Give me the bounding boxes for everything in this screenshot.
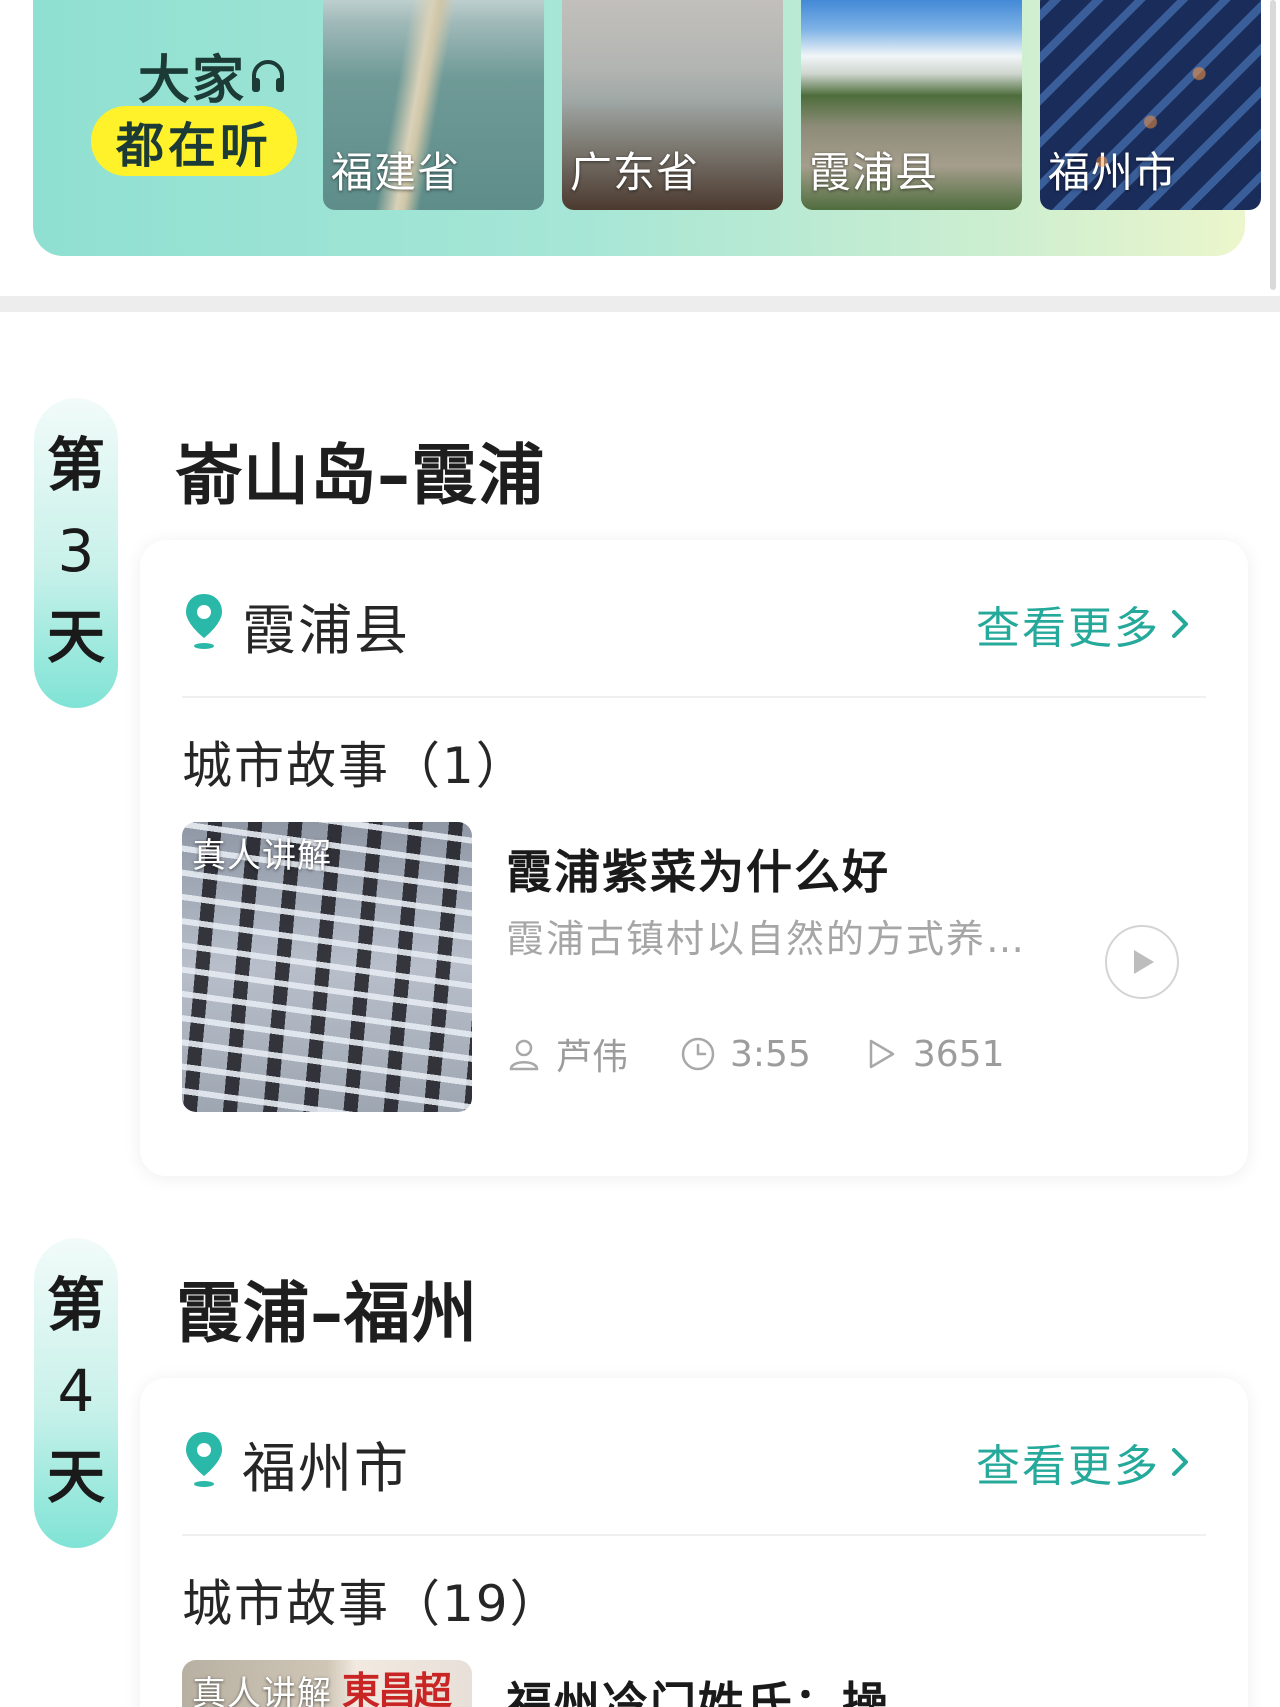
story-meta: 芦伟 3:55 3651 [506,1028,1056,1080]
tile-xiapu[interactable]: 霞浦县 [801,0,1022,210]
day-prefix: 第 [46,1271,105,1339]
story-thumbnail[interactable]: 真人讲解 東昌超鈴 [182,1660,472,1707]
location-pin-icon [186,594,222,649]
city-card-xiapu: 霞浦县 查看更多 城市故事（1） 真人讲解 霞浦紫菜为什么好 霞浦古镇村以自然的… [140,540,1248,1176]
day-prefix: 第 [46,431,105,499]
story-thumbnail[interactable]: 真人讲解 [182,822,472,1112]
user-icon [509,1039,539,1071]
play-count-icon [869,1039,895,1069]
day-suffix: 天 [46,1443,105,1511]
banner-pill: 都在听 [91,106,297,176]
day-tab-3: 第 3 天 [34,398,118,708]
narrator-name: 芦伟 [556,1037,629,1078]
city-card-fuzhou: 福州市 查看更多 城市故事（19） 真人讲解 東昌超鈴 福州冷门姓氏：操 [140,1378,1248,1707]
story-title[interactable]: 福州冷门姓氏：操 [506,1668,890,1707]
tile-guangdong[interactable]: 广东省 [562,0,783,210]
play-count: 3651 [912,1033,1005,1075]
section-label: 城市故事（1） [182,737,528,795]
narration-badge: 真人讲解 [192,836,332,876]
duration-item: 3:55 [680,1034,811,1075]
banner-title: 大家 [123,38,303,113]
thumbnail-text: 東昌超鈴 [342,1669,452,1707]
location-pin-icon [186,1432,222,1487]
tile-label: 福建省 [331,148,461,197]
day-tab-4: 第 4 天 [34,1238,118,1548]
city-name: 霞浦县 [242,599,410,662]
tile-label: 霞浦县 [809,148,939,197]
banner-title-text: 大家 [137,51,246,111]
section-label: 城市故事（19） [182,1575,562,1633]
view-more-link[interactable]: 查看更多 [976,592,1194,656]
tile-label: 广东省 [570,148,700,197]
tile-label: 福州市 [1048,148,1178,197]
chevron-right-icon [1172,610,1188,638]
popular-listening-banner: 大家 都在听 福建省 广东省 霞浦县 福州市 [33,0,1261,256]
city-name: 福州市 [242,1437,410,1500]
day-route-title: 霞浦–福州 [176,1275,478,1352]
chevron-right-icon [1172,1448,1188,1476]
card-divider [182,1534,1206,1536]
app-page: 大家 都在听 福建省 广东省 霞浦县 福州市 第 3 天 嵛山岛–霞浦 霞浦县 … [0,0,1280,1707]
day-route-title: 嵛山岛–霞浦 [176,437,545,514]
story-title[interactable]: 霞浦紫菜为什么好 [506,836,890,902]
section-divider [0,296,1280,312]
day-number: 4 [57,1357,95,1425]
view-more-label: 查看更多 [976,1441,1160,1492]
clock-icon [681,1037,715,1071]
tile-fujian[interactable]: 福建省 [323,0,544,210]
view-more-label: 查看更多 [976,603,1160,654]
scrollbar[interactable] [1270,0,1276,290]
plays-item: 3651 [863,1033,1005,1075]
view-more-link[interactable]: 查看更多 [976,1430,1194,1494]
story-description: 霞浦古镇村以自然的方式养… [506,917,1027,961]
day-number: 3 [57,517,95,585]
play-button[interactable] [1104,924,1180,1000]
narration-badge: 真人讲解 [192,1674,332,1707]
headphones-icon [252,59,284,92]
duration-value: 3:55 [730,1033,811,1075]
tile-fuzhou[interactable]: 福州市 [1040,0,1261,210]
card-divider [182,696,1206,698]
day-suffix: 天 [46,603,105,671]
narrator-item: 芦伟 [506,1028,628,1080]
